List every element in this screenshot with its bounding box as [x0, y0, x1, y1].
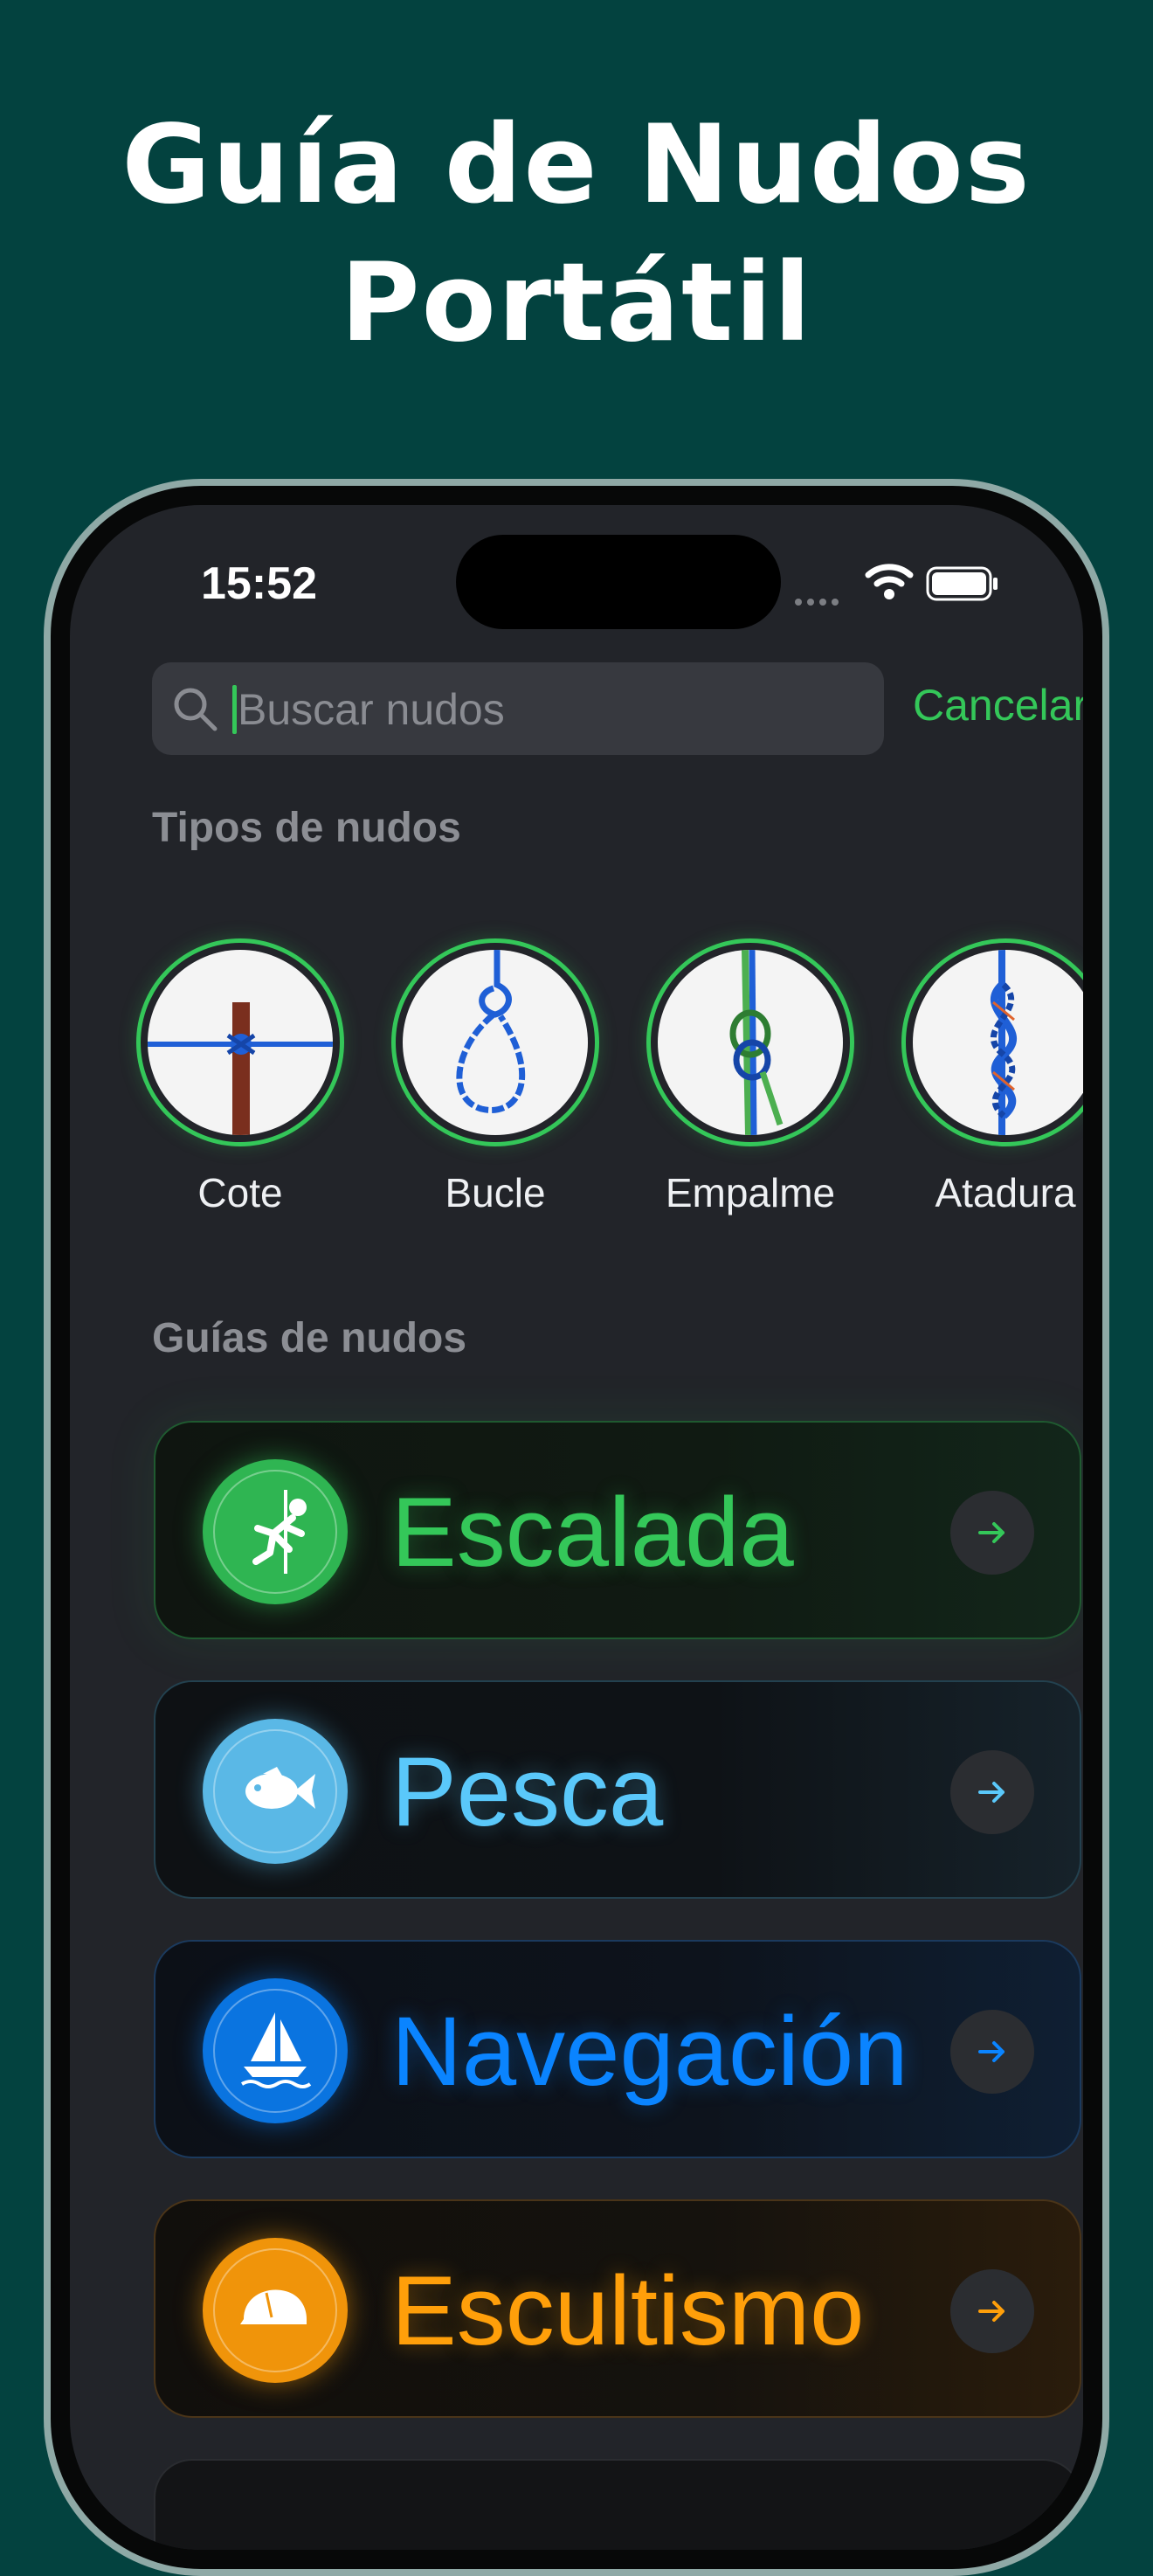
guide-label: Escultismo — [391, 2256, 865, 2365]
binding-knot-image — [913, 950, 1083, 1135]
search-icon — [174, 688, 217, 731]
guide-label: Escalada — [391, 1478, 794, 1587]
guide-card-scouting[interactable]: Escultismo — [154, 2199, 1081, 2418]
arrow-right-icon — [978, 2301, 1005, 2322]
knot-type-hitch[interactable]: Cote — [131, 938, 349, 1216]
page-headline: Guía de Nudos Portátil — [0, 96, 1153, 372]
climber-icon — [252, 1490, 307, 1574]
knot-type-loop[interactable]: Bucle — [386, 938, 604, 1216]
guide-card-partial[interactable] — [154, 2459, 1081, 2550]
guide-card-climbing[interactable]: Escalada — [154, 1421, 1081, 1639]
knot-guides-title: Guías de nudos — [152, 1315, 467, 1361]
guide-label: Pesca — [391, 1737, 664, 1846]
knot-type-bend[interactable]: Empalme — [641, 938, 860, 1216]
guide-icon-bg — [203, 1459, 348, 1604]
loop-knot-image — [403, 950, 588, 1135]
guide-arrow-button[interactable] — [950, 1750, 1034, 1834]
phone-bezel: 15:52 Buscar nudos Cancelar Tipos de nud… — [51, 486, 1102, 2569]
guide-icon-bg — [203, 1978, 348, 2123]
guide-icon-bg — [203, 2238, 348, 2383]
bend-knot-image — [658, 950, 843, 1135]
knot-type-label: Empalme — [665, 1170, 836, 1215]
knot-types-title: Tipos de nudos — [152, 805, 461, 851]
knot-type-label: Bucle — [445, 1170, 546, 1215]
search-bar[interactable] — [152, 662, 884, 755]
headline-line-1: Guía de Nudos — [121, 102, 1032, 228]
sailboat-icon — [240, 2012, 312, 2088]
arrow-right-icon — [978, 1782, 1005, 1803]
knot-type-label: Cote — [197, 1170, 283, 1215]
guide-icon-bg — [203, 1719, 348, 1864]
status-time: 15:52 — [201, 558, 317, 609]
guide-label: Navegación — [391, 1997, 908, 2106]
battery-icon — [926, 566, 998, 601]
arrow-right-icon — [978, 2041, 1005, 2062]
status-indicators — [795, 563, 1083, 606]
dynamic-island — [456, 535, 781, 629]
cancel-button[interactable]: Cancelar — [913, 680, 1083, 731]
cap-icon — [240, 2289, 307, 2324]
fish-icon — [245, 1767, 315, 1809]
guide-arrow-button[interactable] — [950, 2269, 1034, 2353]
hitch-knot-image — [148, 950, 333, 1135]
guide-card-fishing[interactable]: Pesca — [154, 1680, 1081, 1899]
guide-arrow-button[interactable] — [950, 1491, 1034, 1575]
signal-icon — [795, 592, 844, 609]
arrow-right-icon — [978, 1522, 1005, 1543]
search-input[interactable] — [236, 675, 851, 744]
app-screen: 15:52 Buscar nudos Cancelar Tipos de nud… — [70, 505, 1083, 2550]
headline-line-2: Portátil — [340, 240, 813, 366]
wifi-icon — [865, 564, 914, 599]
guide-arrow-button[interactable] — [950, 2010, 1034, 2094]
guide-card-sailing[interactable]: Navegación — [154, 1940, 1081, 2158]
knot-type-binding[interactable]: Atadura — [896, 938, 1083, 1216]
knot-type-label: Atadura — [935, 1170, 1076, 1215]
phone-frame: 15:52 Buscar nudos Cancelar Tipos de nud… — [44, 479, 1109, 2576]
